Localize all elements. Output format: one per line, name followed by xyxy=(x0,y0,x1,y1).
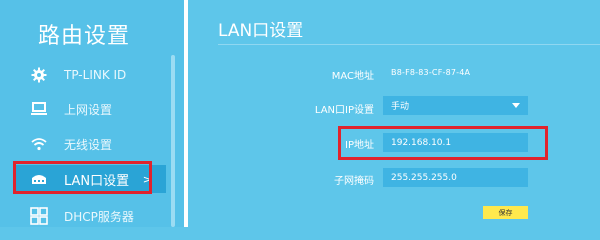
lan-ip-setting-select[interactable]: 手动 xyxy=(383,96,528,115)
dhcp-icon xyxy=(28,205,50,227)
subnet-mask-field[interactable]: 255.255.255.0 xyxy=(383,168,528,187)
mac-label: MAC地址 xyxy=(331,71,374,82)
lan-ip-setting-value: 手动 xyxy=(391,102,410,112)
sidebar-item-wireless[interactable]: 无线设置 xyxy=(16,130,166,158)
subnet-mask-value: 255.255.255.0 xyxy=(391,172,457,183)
sidebar-item-tplink-id[interactable]: TP-LINK ID xyxy=(16,61,166,89)
sidebar-item-label: DHCP服务器 xyxy=(64,209,134,224)
save-button[interactable]: 保存 xyxy=(483,206,528,219)
page-title: LAN口设置 xyxy=(218,21,304,41)
sidebar: 路由设置 TP-LINK ID 上网设置 无线设置 LAN口设置 > DHCP服… xyxy=(0,0,184,227)
sidebar-item-dhcp[interactable]: DHCP服务器 xyxy=(16,202,166,230)
title-divider xyxy=(218,44,600,45)
sidebar-scrollbar[interactable] xyxy=(171,55,175,227)
highlight-box-lan-item xyxy=(13,161,152,194)
main-panel: LAN口设置 MAC地址 B8-F8-83-CF-87-4A LAN口IP设置 … xyxy=(188,0,600,227)
sidebar-title: 路由设置 xyxy=(38,24,131,49)
mac-value: B8-F8-83-CF-87-4A xyxy=(391,68,471,77)
lan-ip-setting-label: LAN口IP设置 xyxy=(314,105,374,116)
monitor-icon xyxy=(28,98,50,120)
wifi-icon xyxy=(28,133,50,155)
sidebar-item-internet[interactable]: 上网设置 xyxy=(16,95,166,123)
highlight-box-ip-row xyxy=(338,126,548,160)
gear-icon xyxy=(28,64,50,86)
sidebar-item-label: 上网设置 xyxy=(64,102,113,117)
sidebar-item-label: 无线设置 xyxy=(64,137,113,152)
sidebar-item-label: TP-LINK ID xyxy=(64,68,127,82)
subnet-mask-label: 子网掩码 xyxy=(334,176,374,187)
chevron-down-icon xyxy=(512,103,520,108)
